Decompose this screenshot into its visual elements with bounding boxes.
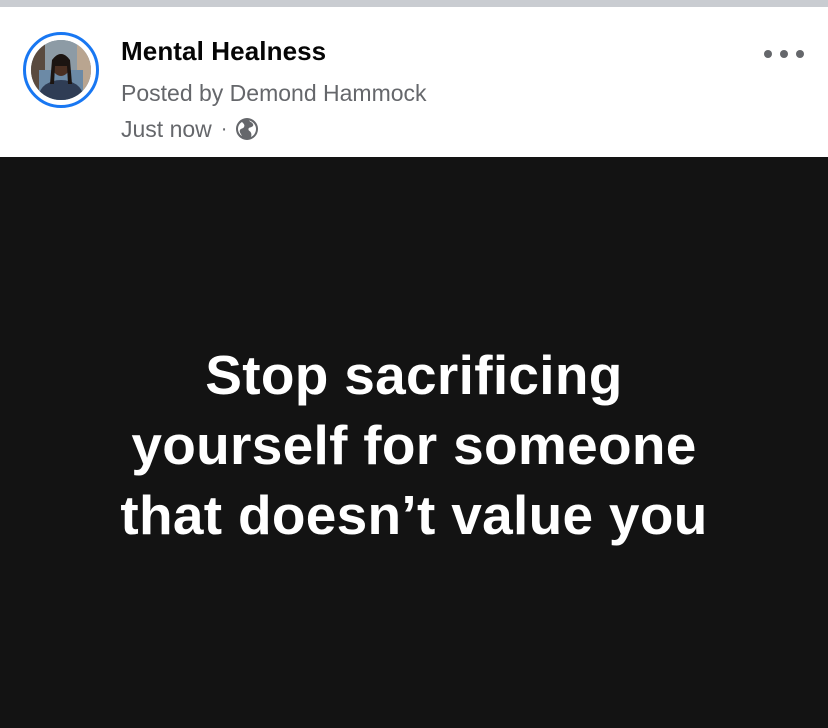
globe-icon[interactable] xyxy=(235,117,259,141)
more-options-icon xyxy=(796,50,804,58)
group-name[interactable]: Mental Healness xyxy=(121,36,326,67)
quote-line: that doesn’t value you xyxy=(120,484,708,546)
post-image-card[interactable]: Stop sacrificing yourself for someone th… xyxy=(0,157,828,728)
meta-separator: · xyxy=(220,117,228,140)
post-header: Mental Healness Posted by Demond Hammock… xyxy=(0,7,828,157)
more-options-icon xyxy=(780,50,788,58)
posted-by-author[interactable]: Posted by Demond Hammock xyxy=(121,80,427,107)
quote-line: Stop sacrificing xyxy=(205,344,623,406)
person-photo-icon xyxy=(31,40,91,100)
post-quote-text: Stop sacrificing yourself for someone th… xyxy=(40,340,788,550)
post-meta: Just now · xyxy=(121,116,259,142)
avatar[interactable] xyxy=(23,32,99,108)
top-divider xyxy=(0,0,828,7)
quote-line: yourself for someone xyxy=(131,414,697,476)
avatar-photo xyxy=(31,40,91,100)
more-options-icon xyxy=(764,50,772,58)
post-timestamp[interactable]: Just now xyxy=(121,116,212,143)
more-options-button[interactable] xyxy=(764,45,804,63)
